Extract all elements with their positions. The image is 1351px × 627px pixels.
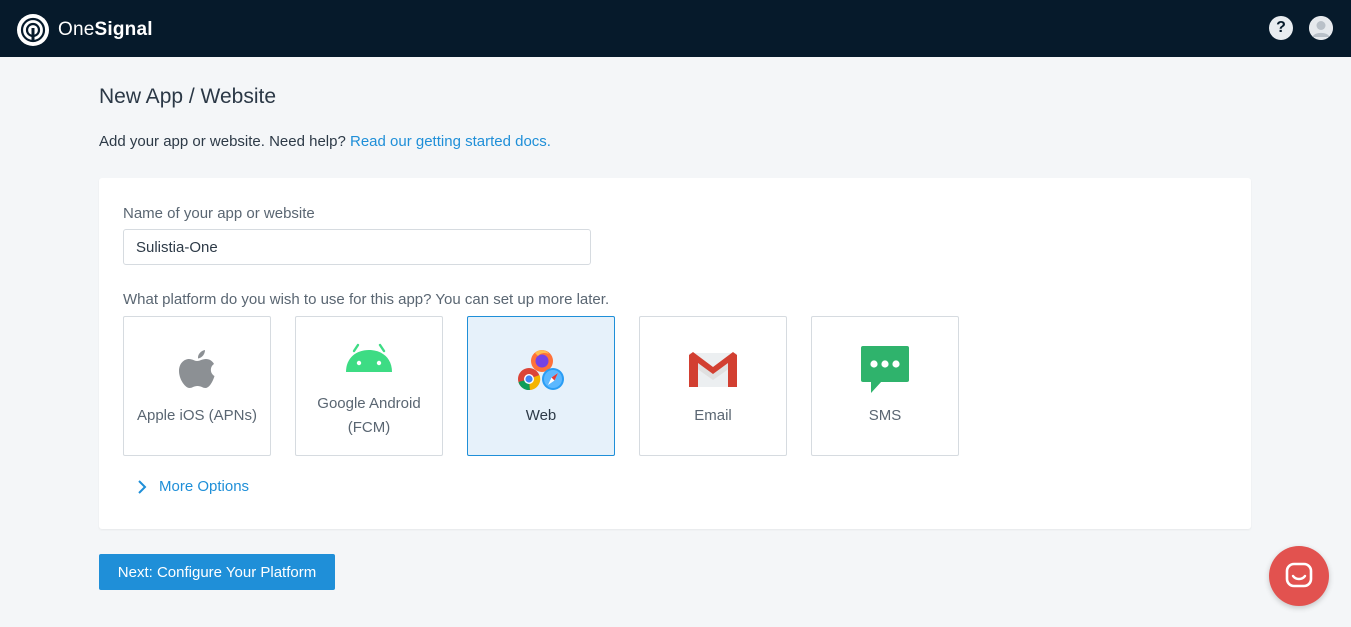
platform-tile-sms[interactable]: SMS xyxy=(811,316,959,456)
new-app-form-card: Name of your app or website What platfor… xyxy=(99,178,1251,529)
chevron-right-icon xyxy=(138,479,147,494)
onesignal-logo[interactable]: OneSignal xyxy=(16,13,153,46)
onesignal-logo-icon xyxy=(17,13,49,46)
intro-text: Add your app or website. Need help? Read… xyxy=(99,133,551,150)
logo-text-bold: Signal xyxy=(94,18,153,40)
platform-label-email: Email xyxy=(694,407,732,424)
app-name-label: Name of your app or website xyxy=(123,205,315,222)
platform-tile-email[interactable]: Email xyxy=(639,316,787,456)
gmail-icon xyxy=(687,344,739,396)
page-title: New App / Website xyxy=(99,85,277,108)
logo-text-light: One xyxy=(58,18,95,40)
platform-label-apple-ios: Apple iOS (APNs) xyxy=(136,407,258,424)
logo-text: OneSignal xyxy=(58,19,153,41)
intro-text-prefix: Add your app or website. Need help? xyxy=(99,133,346,150)
platform-tile-web[interactable]: Web xyxy=(467,316,615,456)
getting-started-docs-link[interactable]: Read our getting started docs. xyxy=(350,133,551,150)
app-name-input[interactable] xyxy=(123,229,591,265)
platform-tiles: Apple iOS (APNs) Google Android (FCM) We… xyxy=(123,316,983,456)
apple-icon xyxy=(171,344,223,396)
chat-launcher-button[interactable] xyxy=(1269,546,1329,606)
top-navigation-bar: OneSignal ? xyxy=(0,0,1351,57)
next-configure-platform-button[interactable]: Next: Configure Your Platform xyxy=(99,554,335,590)
platform-label-sms: SMS xyxy=(868,407,902,424)
platform-label-web: Web xyxy=(525,407,557,424)
more-options-toggle[interactable]: More Options xyxy=(137,478,249,495)
android-icon xyxy=(343,332,395,384)
browsers-icon xyxy=(515,344,567,396)
platform-label-google-android: Google Android (FCM) xyxy=(317,395,421,436)
more-options-label: More Options xyxy=(159,478,250,495)
chat-icon xyxy=(1285,562,1313,588)
user-avatar-icon[interactable] xyxy=(1309,16,1333,40)
platform-tile-google-android[interactable]: Google Android (FCM) xyxy=(295,316,443,456)
platform-tile-apple-ios[interactable]: Apple iOS (APNs) xyxy=(123,316,271,456)
help-icon[interactable]: ? xyxy=(1269,16,1293,40)
platform-question: What platform do you wish to use for thi… xyxy=(123,291,610,308)
sms-icon xyxy=(859,344,911,396)
